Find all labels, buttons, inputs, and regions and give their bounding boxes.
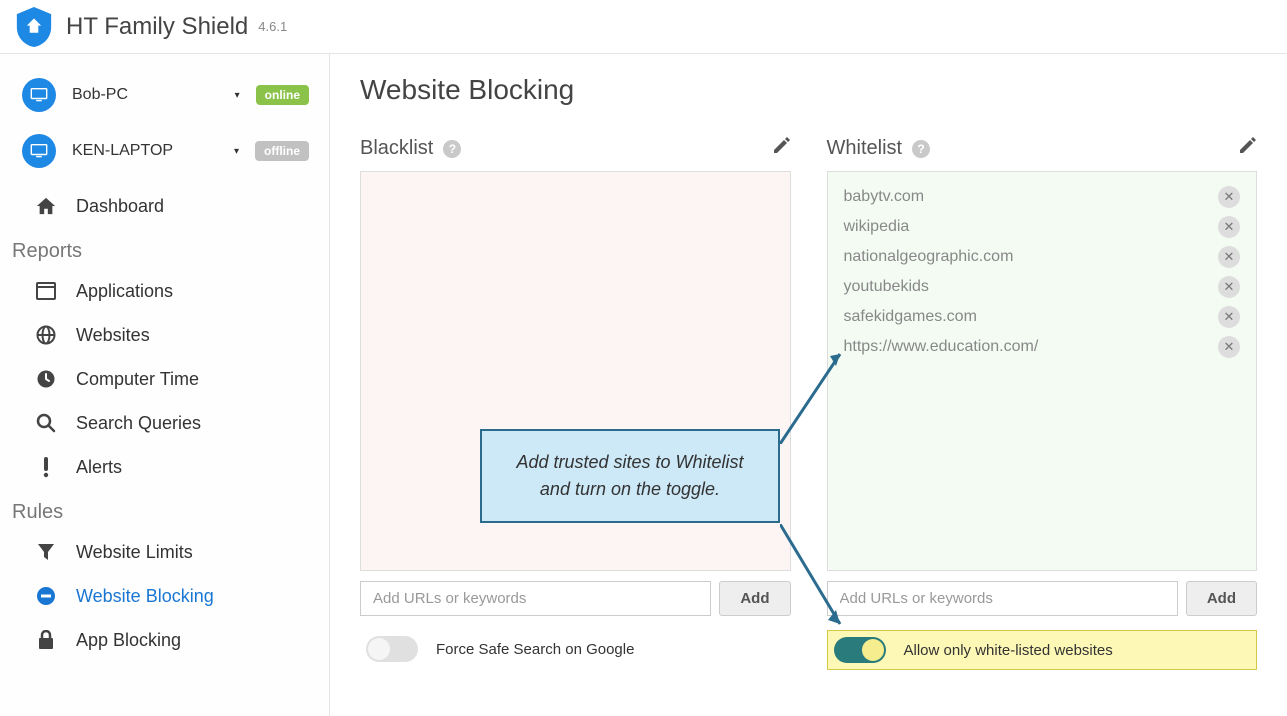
device-bob-pc[interactable]: Bob-PC ▾ online (0, 72, 329, 118)
nav-website-blocking[interactable]: Website Blocking (0, 574, 329, 618)
device-ken-laptop[interactable]: KEN-LAPTOP ▾ offline (0, 128, 329, 174)
safe-search-label: Force Safe Search on Google (436, 641, 634, 658)
section-rules: Rules (0, 489, 329, 530)
list-item: babytv.com ✕ (834, 182, 1251, 212)
nav-label: App Blocking (76, 630, 181, 651)
nav-label: Alerts (76, 457, 122, 478)
whitelist-column: Whitelist ? babytv.com✕wikipedia✕nationa… (827, 136, 1258, 670)
callout-line2: and turn on the toggle. (504, 476, 756, 503)
nav-websites[interactable]: Websites (0, 313, 329, 357)
list-item: safekidgames.com ✕ (834, 302, 1251, 332)
device-name: Bob-PC (72, 86, 235, 104)
safe-search-row: Force Safe Search on Google (360, 630, 791, 668)
search-icon (34, 411, 58, 435)
nav-computer-time[interactable]: Computer Time (0, 357, 329, 401)
nav-label: Dashboard (76, 196, 164, 217)
list-item: youtubekids ✕ (834, 272, 1251, 302)
monitor-icon (22, 78, 56, 112)
caret-down-icon: ▾ (235, 90, 240, 101)
nav-alerts[interactable]: Alerts (0, 445, 329, 489)
whitelist-title: Whitelist (827, 137, 903, 160)
lock-icon (34, 628, 58, 652)
block-icon (34, 584, 58, 608)
clock-icon (34, 367, 58, 391)
callout-arrow-icon (780, 524, 850, 634)
main-content: Website Blocking Blacklist ? Add (330, 54, 1287, 716)
device-name: KEN-LAPTOP (72, 142, 234, 160)
callout-line1: Add trusted sites to Whitelist (504, 449, 756, 476)
callout-arrow-icon (780, 344, 850, 444)
remove-button[interactable]: ✕ (1218, 216, 1240, 238)
nav-website-limits[interactable]: Website Limits (0, 530, 329, 574)
help-icon[interactable]: ? (912, 140, 930, 158)
nav-dashboard[interactable]: Dashboard (0, 184, 329, 228)
app-version: 4.6.1 (258, 19, 287, 34)
remove-button[interactable]: ✕ (1218, 186, 1240, 208)
blacklist-add-input[interactable] (360, 581, 711, 616)
caret-down-icon: ▾ (234, 146, 239, 157)
whitelist-add-input[interactable] (827, 581, 1178, 616)
nav-label: Search Queries (76, 413, 201, 434)
app-title: HT Family Shield (66, 13, 248, 41)
help-icon[interactable]: ? (443, 140, 461, 158)
nav-label: Website Limits (76, 542, 193, 563)
nav-applications[interactable]: Applications (0, 269, 329, 313)
alert-icon (34, 455, 58, 479)
sidebar: Bob-PC ▾ online KEN-LAPTOP ▾ offline Das… (0, 54, 330, 716)
app-header: HT Family Shield 4.6.1 (0, 0, 1287, 54)
nav-search-queries[interactable]: Search Queries (0, 401, 329, 445)
instruction-callout: Add trusted sites to Whitelist and turn … (480, 429, 780, 523)
list-item-text: youtubekids (844, 278, 929, 296)
whitelist-only-label: Allow only white-listed websites (904, 642, 1113, 659)
whitelist-box: babytv.com✕wikipedia✕nationalgeographic.… (827, 171, 1258, 571)
blacklist-title: Blacklist (360, 137, 433, 160)
remove-button[interactable]: ✕ (1218, 336, 1240, 358)
window-icon (34, 279, 58, 303)
whitelist-only-row: Allow only white-listed websites (827, 630, 1258, 670)
remove-button[interactable]: ✕ (1218, 246, 1240, 268)
section-reports: Reports (0, 228, 329, 269)
shield-logo-icon (16, 7, 52, 47)
list-item: https://www.education.com/ ✕ (834, 332, 1251, 362)
list-item-text: safekidgames.com (844, 308, 977, 326)
monitor-icon (22, 134, 56, 168)
list-item: nationalgeographic.com ✕ (834, 242, 1251, 272)
edit-icon[interactable] (771, 136, 791, 161)
page-title: Website Blocking (360, 74, 1257, 106)
whitelist-add-button[interactable]: Add (1186, 581, 1257, 616)
safe-search-toggle[interactable] (366, 636, 418, 662)
remove-button[interactable]: ✕ (1218, 306, 1240, 328)
home-icon (34, 194, 58, 218)
status-badge: offline (255, 141, 309, 161)
edit-icon[interactable] (1237, 136, 1257, 161)
filter-icon (34, 540, 58, 564)
nav-label: Website Blocking (76, 586, 214, 607)
blacklist-column: Blacklist ? Add Force Safe Search on Goo… (360, 136, 791, 670)
remove-button[interactable]: ✕ (1218, 276, 1240, 298)
whitelist-only-toggle[interactable] (834, 637, 886, 663)
globe-icon (34, 323, 58, 347)
nav-label: Websites (76, 325, 150, 346)
list-item-text: wikipedia (844, 218, 910, 236)
list-item-text: https://www.education.com/ (844, 338, 1039, 356)
nav-label: Computer Time (76, 369, 199, 390)
list-item: wikipedia ✕ (834, 212, 1251, 242)
list-item-text: nationalgeographic.com (844, 248, 1014, 266)
status-badge: online (256, 85, 309, 105)
nav-app-blocking[interactable]: App Blocking (0, 618, 329, 662)
nav-label: Applications (76, 281, 173, 302)
list-item-text: babytv.com (844, 188, 925, 206)
